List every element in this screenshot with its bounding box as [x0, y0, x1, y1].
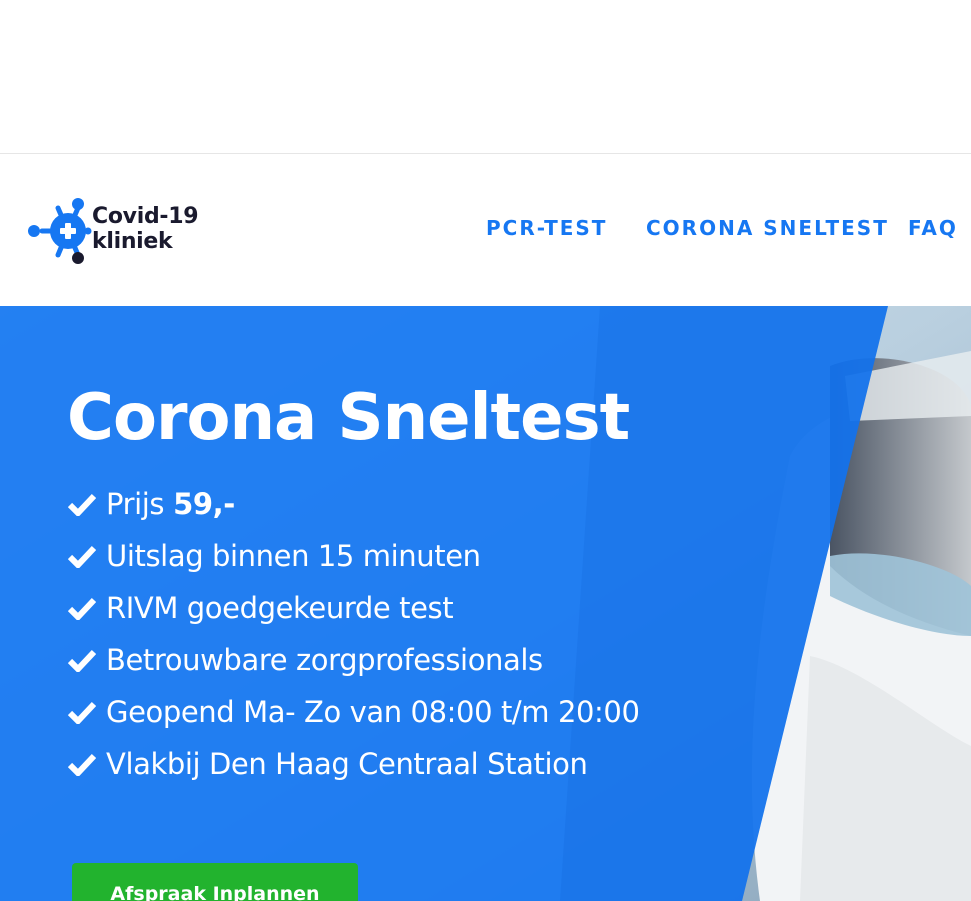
feature-item-price: Prijs 59,-: [68, 478, 640, 530]
nav-item-faq[interactable]: FAQ: [908, 216, 958, 240]
check-icon: [68, 753, 96, 776]
nav-item-corona-sneltest[interactable]: CORONA SNELTEST: [646, 216, 889, 240]
virus-cross-icon: [28, 198, 92, 264]
feature-text: RIVM goedgekeurde test: [106, 591, 454, 625]
top-blank-bar: [0, 0, 971, 154]
check-icon: [68, 493, 96, 516]
check-icon: [68, 649, 96, 672]
feature-item: Betrouwbare zorgprofessionals: [68, 634, 640, 686]
feature-item: RIVM goedgekeurde test: [68, 582, 640, 634]
feature-item: Vlakbij Den Haag Centraal Station: [68, 738, 640, 790]
hero-banner: Corona Sneltest Prijs 59,- Uitslag binnen…: [0, 306, 971, 901]
feature-text: Betrouwbare zorgprofessionals: [106, 643, 543, 677]
price-value: 59,-: [173, 487, 235, 521]
hero-title: Corona Sneltest: [67, 381, 630, 455]
check-icon: [68, 597, 96, 620]
logo-wordmark[interactable]: Covid-19 kliniek: [92, 204, 199, 254]
nav-item-pcr-test[interactable]: PCR-TEST: [486, 216, 607, 240]
check-icon: [68, 701, 96, 724]
appointment-button[interactable]: Afspraak Inplannen: [72, 863, 358, 901]
feature-text: Vlakbij Den Haag Centraal Station: [106, 747, 588, 781]
price-label: Prijs: [106, 487, 165, 521]
logo-line-2: kliniek: [92, 229, 173, 254]
feature-text: Uitslag binnen 15 minuten: [106, 539, 481, 573]
feature-item: Geopend Ma- Zo van 08:00 t/m 20:00: [68, 686, 640, 738]
feature-text: Geopend Ma- Zo van 08:00 t/m 20:00: [106, 695, 640, 729]
feature-item: Uitslag binnen 15 minuten: [68, 530, 640, 582]
logo-line-1: Covid-19: [92, 204, 199, 229]
check-icon: [68, 545, 96, 568]
feature-list: Prijs 59,- Uitslag binnen 15 minuten RIVM…: [68, 478, 640, 790]
